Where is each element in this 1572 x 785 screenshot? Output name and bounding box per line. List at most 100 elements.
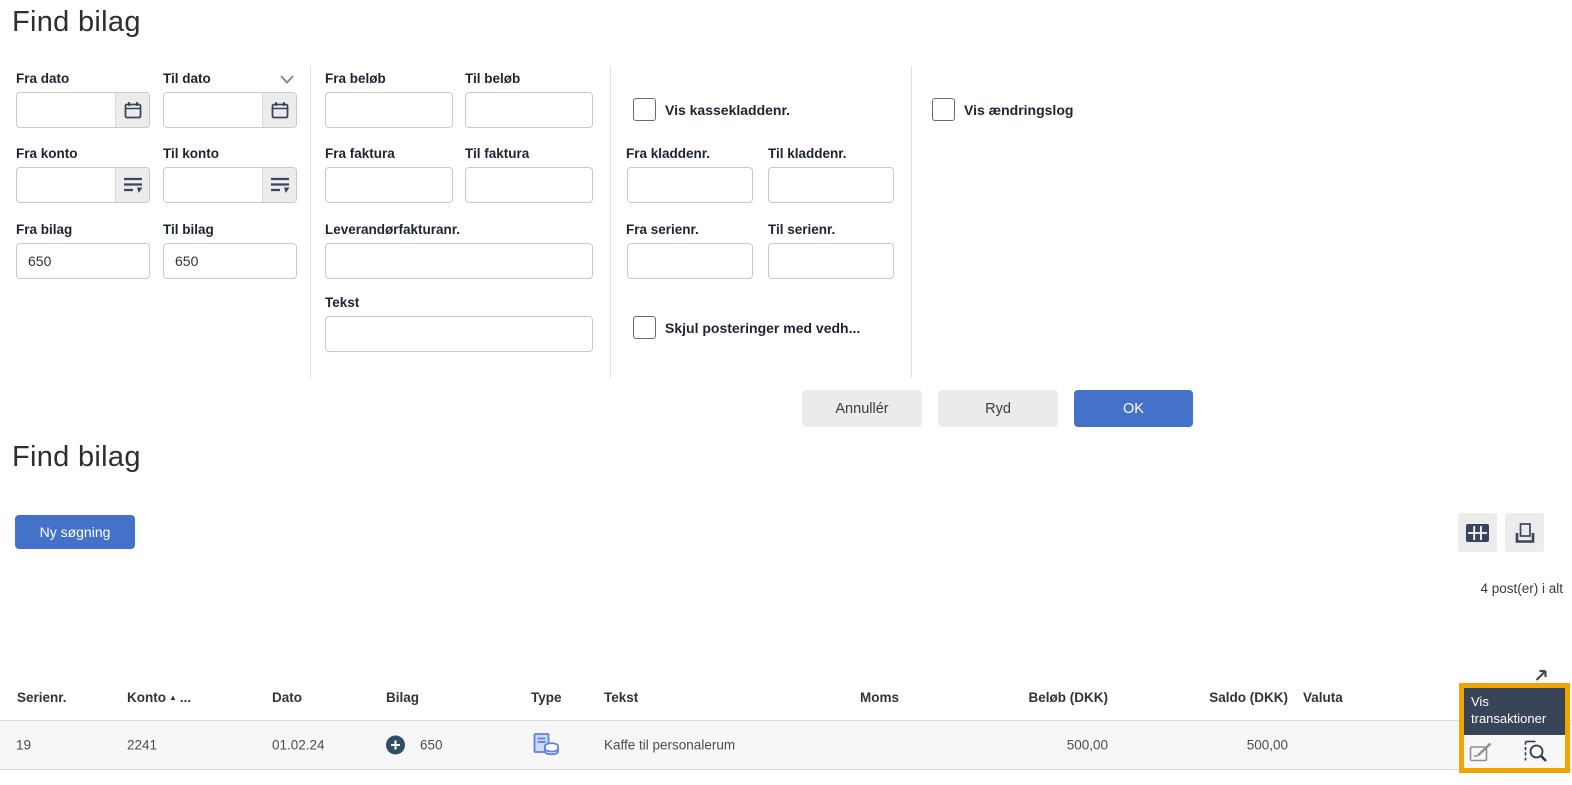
account-list-icon[interactable] [262,168,296,202]
col-bilag[interactable]: Bilag [386,690,419,705]
fra-dato-field [16,92,150,128]
cell-dato: 01.02.24 [272,738,325,753]
sort-asc-icon: ▲ [169,693,177,702]
expand-plus-icon[interactable] [386,736,405,755]
col-type[interactable]: Type [531,690,562,705]
table-row[interactable]: 19 2241 01.02.24 650 Kaffe til personale… [0,720,1572,770]
ok-button[interactable]: OK [1074,390,1193,427]
til-dato-label: Til dato [163,71,211,86]
vis-aendringslog-checkbox[interactable]: Vis ændringslog [932,98,1073,121]
edit-entry-icon[interactable] [1469,742,1493,763]
search-panel-title: Find bilag [12,6,141,39]
col-moms[interactable]: Moms [860,690,899,705]
fra-belob-label: Fra beløb [325,71,386,86]
fra-kladdenr-label: Fra kladdenr. [626,146,710,161]
til-konto-label: Til konto [163,146,219,161]
til-kladdenr-field [768,167,894,203]
fra-bilag-input[interactable] [17,244,149,278]
posting-type-icon[interactable] [533,733,560,758]
vis-kassekladdenr-label: Vis kassekladdenr. [665,102,790,118]
til-belob-label: Til beløb [465,71,520,86]
skjul-posteringer-label: Skjul posteringer med vedh... [665,320,860,336]
fra-bilag-field [16,243,150,279]
col-belob[interactable]: Beløb (DKK) [988,690,1108,705]
table-grid-icon [1466,524,1489,542]
fra-serienr-label: Fra serienr. [626,222,699,237]
til-serienr-field [768,243,894,279]
form-divider [911,66,912,378]
til-bilag-input[interactable] [164,244,296,278]
find-bilag-screen: Find bilag Fra dato Til dato Fra beløb T… [0,0,1572,785]
til-konto-input[interactable] [164,168,262,202]
tekst-field [325,316,593,352]
til-faktura-field [465,167,593,203]
results-panel-title: Find bilag [12,441,141,474]
til-bilag-field [163,243,297,279]
leverandorfakturanr-label: Leverandørfakturanr. [325,222,460,237]
mouse-cursor-icon [1534,668,1549,682]
col-serienr[interactable]: Serienr. [17,690,67,705]
til-konto-field [163,167,297,203]
til-kladdenr-label: Til kladdenr. [768,146,847,161]
fra-dato-input[interactable] [17,93,115,127]
cell-tekst: Kaffe til personalerum [604,738,735,753]
table-view-button[interactable] [1458,513,1497,552]
annuller-button[interactable]: Annullér [802,390,922,427]
chevron-down-icon[interactable] [279,72,295,86]
checkbox-box[interactable] [633,316,656,339]
vis-kassekladdenr-checkbox[interactable]: Vis kassekladdenr. [633,98,790,121]
tekst-label: Tekst [325,295,359,310]
col-saldo[interactable]: Saldo (DKK) [1168,690,1288,705]
calendar-icon[interactable] [262,93,296,127]
til-kladdenr-input[interactable] [769,168,893,202]
col-dato[interactable]: Dato [272,690,302,705]
tekst-input[interactable] [326,317,592,351]
ny-sogning-button[interactable]: Ny søgning [15,515,135,549]
fra-serienr-input[interactable] [628,244,752,278]
fra-belob-input[interactable] [326,93,452,127]
calendar-icon[interactable] [115,93,149,127]
highlight-box: Vis transaktioner [1459,683,1570,773]
til-faktura-label: Til faktura [465,146,529,161]
leverandorfakturanr-input[interactable] [326,244,592,278]
col-konto-label: Konto [127,690,166,705]
checkbox-box[interactable] [633,98,656,121]
col-konto-more[interactable]: ... [180,690,191,705]
til-belob-input[interactable] [466,93,592,127]
print-button[interactable] [1505,513,1544,552]
col-konto[interactable]: Konto ▲ ... [127,690,191,705]
fra-konto-label: Fra konto [16,146,78,161]
fra-dato-label: Fra dato [16,71,69,86]
fra-faktura-field [325,167,453,203]
fra-faktura-input[interactable] [326,168,452,202]
leverandorfakturanr-field [325,243,593,279]
fra-bilag-label: Fra bilag [16,222,72,237]
result-count: 4 post(er) i alt [1363,581,1563,596]
fra-faktura-label: Fra faktura [325,146,395,161]
skjul-posteringer-checkbox[interactable]: Skjul posteringer med vedh... [633,316,860,339]
til-dato-field [163,92,297,128]
til-serienr-input[interactable] [769,244,893,278]
til-faktura-input[interactable] [466,168,592,202]
fra-konto-input[interactable] [17,168,115,202]
til-dato-input[interactable] [164,93,262,127]
cell-konto: 2241 [127,738,157,753]
fra-kladdenr-field [627,167,753,203]
print-icon [1514,522,1536,544]
cell-serienr: 19 [16,738,31,753]
col-tekst[interactable]: Tekst [604,690,638,705]
vis-transaktioner-tooltip: Vis transaktioner [1464,688,1565,735]
cell-belob: 500,00 [988,738,1108,753]
col-valuta[interactable]: Valuta [1303,690,1343,705]
cell-saldo: 500,00 [1168,738,1288,753]
fra-serienr-field [627,243,753,279]
checkbox-box[interactable] [932,98,955,121]
til-belob-field [465,92,593,128]
account-list-icon[interactable] [115,168,149,202]
cell-bilag: 650 [420,738,443,753]
view-transactions-icon[interactable] [1523,740,1548,764]
ryd-button[interactable]: Ryd [938,390,1058,427]
fra-belob-field [325,92,453,128]
fra-kladdenr-input[interactable] [628,168,752,202]
til-serienr-label: Til serienr. [768,222,835,237]
